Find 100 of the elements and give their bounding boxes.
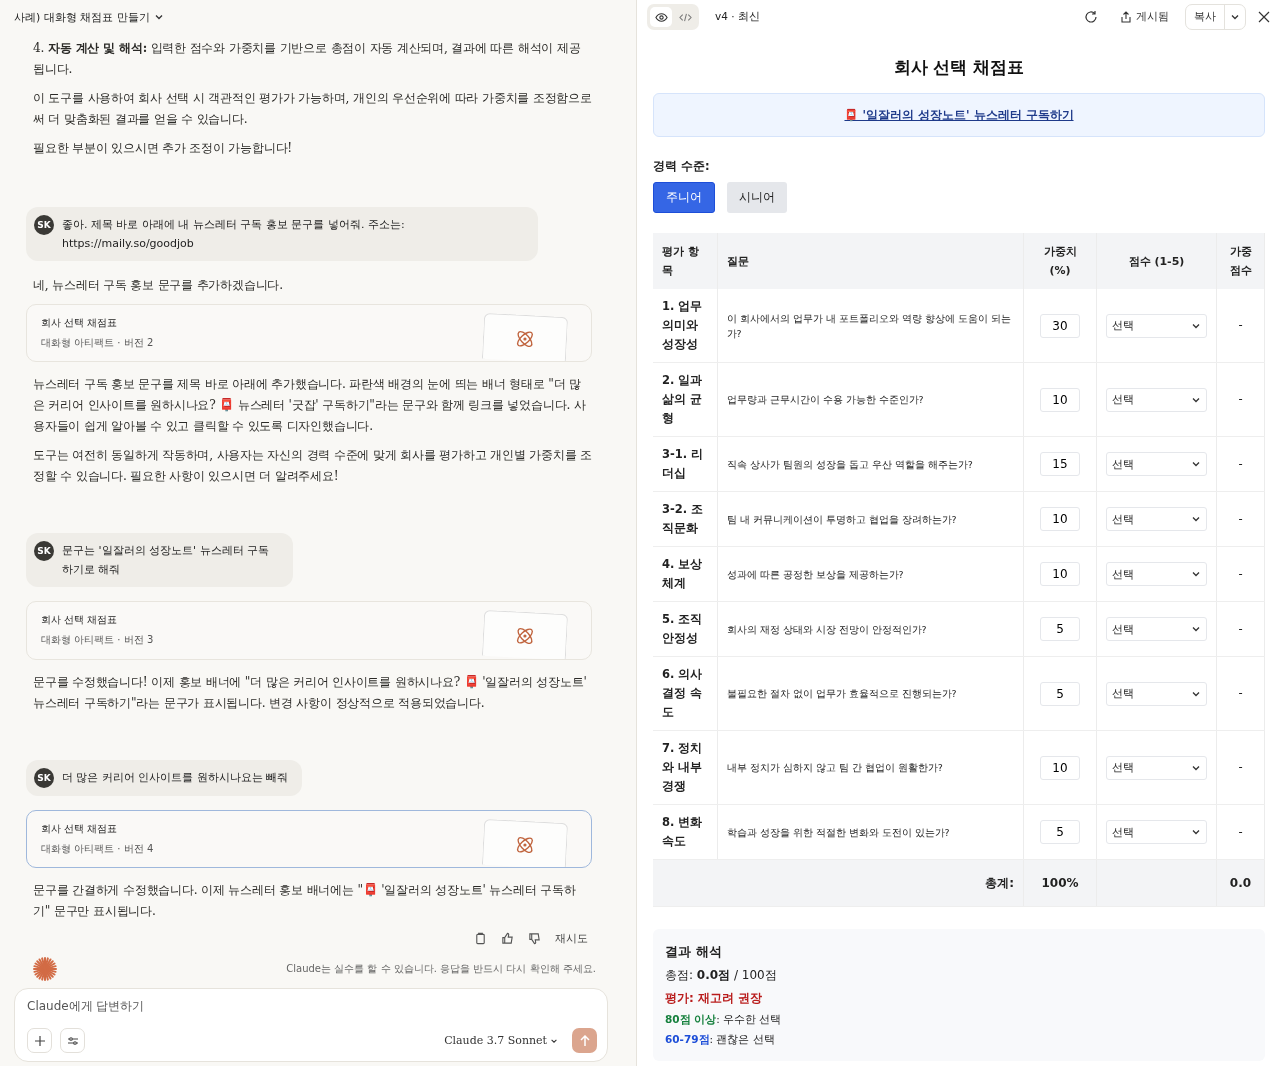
chevron-down-icon <box>1191 514 1201 524</box>
artifact-title: 회사 선택 채점표 <box>41 821 119 836</box>
refresh-icon[interactable] <box>1084 10 1098 24</box>
weighted-score-cell: - <box>1216 546 1265 602</box>
range-description: : 괜찮은 선택 <box>709 1033 775 1045</box>
assistant-paragraph: 도구는 여전히 동일하게 작동하며, 사용자는 자신의 경력 수준에 맞게 회사를 평가하고 개인별 가중치를 조정할 수 있습니다. 필요한 사항이 있으시면 더 알려주세요! <box>33 447 592 486</box>
weighted-score-cell: - <box>1216 436 1265 492</box>
weight-input[interactable]: 10 <box>1040 507 1080 531</box>
scorecard-title: 회사 선택 채점표 <box>892 56 1026 79</box>
criterion-cell: 3-1. 리더십 <box>653 436 717 492</box>
column-header: 평가 항목 <box>653 233 717 289</box>
weight-input[interactable]: 10 <box>1040 387 1080 412</box>
criterion-cell: 2. 일과 삶의 균형 <box>653 362 717 437</box>
artifact-title: 회사 선택 채점표 <box>41 613 119 628</box>
score-select[interactable]: 선택 <box>1106 387 1207 412</box>
weight-input[interactable]: 5 <box>1040 820 1080 844</box>
artifact-card[interactable]: 회사 선택 채점표 대화형 아티팩트 · 버전 3 <box>26 601 592 660</box>
range-description: : 우수한 선택 <box>716 1013 782 1025</box>
weight-input[interactable]: 5 <box>1040 681 1080 706</box>
add-button[interactable] <box>27 1028 52 1053</box>
weighted-score-cell: - <box>1216 601 1265 657</box>
score-select[interactable]: 선택 <box>1106 820 1207 844</box>
score-select[interactable]: 선택 <box>1106 617 1207 641</box>
score-select[interactable]: 선택 <box>1106 313 1207 338</box>
criterion-cell: 6. 의사 결정 속도 <box>653 656 717 731</box>
score-range: 60-79점 <box>665 1033 710 1045</box>
artifact-card[interactable]: 회사 선택 채점표 대화형 아티팩트 · 버전 2 <box>26 304 592 363</box>
criterion-cell: 5. 조직 안정성 <box>653 601 717 657</box>
column-header: 가중치 (%) <box>1023 233 1097 289</box>
level-button[interactable]: 주니어 <box>653 182 715 213</box>
publish-button[interactable]: 게시됨 <box>1120 10 1169 24</box>
retry-button[interactable]: 재시도 <box>555 932 588 946</box>
criterion-cell: 3-2. 조직문화 <box>653 491 717 547</box>
question-cell: 회사의 재정 상태와 시장 전망이 안정적인가? <box>717 601 1024 657</box>
artifact-subtitle: 대화형 아티팩트 · 버전 4 <box>41 841 154 856</box>
user-message-text: 더 많은 커리어 인사이트를 원하시나요는 빼줘 <box>62 769 289 786</box>
artifact-title: 회사 선택 채점표 <box>41 316 119 331</box>
criterion-cell: 8. 변화 속도 <box>653 804 717 860</box>
weighted-score-cell: - <box>1216 491 1265 547</box>
weighted-score-cell: - <box>1216 289 1265 363</box>
model-selector[interactable]: Claude 3.7 Sonnet <box>444 1034 564 1047</box>
share-icon <box>1120 11 1132 23</box>
reply-input-field[interactable]: Claude에게 답변하기 <box>27 999 597 1013</box>
user-avatar: SK <box>34 767 54 788</box>
level-button[interactable]: 시니어 <box>727 182 787 213</box>
question-cell: 이 회사에서의 업무가 내 포트폴리오와 역량 향상에 도움이 되는가? <box>717 289 1024 363</box>
settings-button[interactable] <box>60 1028 85 1053</box>
score-select[interactable]: 선택 <box>1106 562 1207 586</box>
thumbs-down-icon[interactable] <box>528 932 541 946</box>
score-select[interactable]: 선택 <box>1106 452 1207 476</box>
arrow-up-icon <box>578 1034 591 1047</box>
copy-icon[interactable] <box>474 932 487 946</box>
score-select[interactable]: 선택 <box>1106 755 1207 780</box>
criterion-cell: 1. 업무 의미와 성장성 <box>653 289 717 363</box>
score-select[interactable]: 선택 <box>1106 681 1207 706</box>
column-header: 점수 (1-5) <box>1096 233 1217 289</box>
sparkle-logo-icon <box>32 956 58 982</box>
user-avatar: SK <box>34 541 54 562</box>
assistant-paragraph: 필요한 부분이 있으시면 추가 조정이 가능합니다! <box>33 140 294 157</box>
column-header: 질문 <box>717 233 1024 289</box>
version-label: v4 · 최신 <box>715 10 760 24</box>
chat-title[interactable]: 사례) 대화형 채점표 만들기 <box>14 9 164 25</box>
score-select[interactable]: 선택 <box>1106 507 1207 531</box>
artifact-subtitle: 대화형 아티팩트 · 버전 3 <box>41 633 154 648</box>
weight-input[interactable]: 5 <box>1040 617 1080 641</box>
question-cell: 직속 상사가 팀원의 성장을 돕고 우산 역할을 해주는가? <box>717 436 1024 492</box>
question-cell: 학습과 성장을 위한 적절한 변화와 도전이 있는가? <box>717 804 1024 860</box>
artifact-card[interactable]: 회사 선택 채점표 대화형 아티팩트 · 버전 4 <box>26 809 592 868</box>
sliders-icon <box>66 1034 79 1047</box>
experience-label: 경력 수준: <box>653 159 711 174</box>
question-cell: 내부 정치가 심하지 않고 팀 간 협업이 원활한가? <box>717 730 1024 805</box>
column-header: 가중 점수 <box>1216 233 1265 289</box>
disclaimer-text: Claude는 실수를 할 수 있습니다. 응답을 반드시 다시 확인해 주세요. <box>286 962 596 976</box>
chevron-down-icon <box>1230 12 1240 22</box>
thumbs-up-icon[interactable] <box>501 932 514 946</box>
question-cell: 불필요한 절차 없이 업무가 효율적으로 진행되는가? <box>717 656 1024 731</box>
newsletter-link[interactable]: 📮 '일잘러의 성장노트' 뉴스레터 구독하기 <box>844 107 1074 123</box>
assistant-paragraph: 네, 뉴스레터 구독 홍보 문구를 추가하겠습니다. <box>33 277 284 294</box>
total-score-cell: 0.0 <box>1216 859 1265 907</box>
plus-icon <box>33 1034 46 1047</box>
preview-icon[interactable] <box>650 7 672 27</box>
criterion-cell: 7. 정치와 내부 경쟁 <box>653 730 717 805</box>
question-cell: 업무량과 근무시간이 수용 가능한 수준인가? <box>717 362 1024 437</box>
close-icon[interactable] <box>1258 11 1270 23</box>
user-message-text: 좋아. 제목 바로 아래에 내 뉴스레터 구독 홍보 문구를 넣어줘. 주소는: https://maily.so/goodjob <box>62 217 406 252</box>
total-score-text: 총점: 0.0점 / 100점 <box>665 967 778 984</box>
weighted-score-cell: - <box>1216 730 1265 805</box>
chevron-down-icon <box>1191 827 1201 837</box>
result-title: 결과 해석 <box>665 943 723 961</box>
user-avatar: SK <box>34 215 54 235</box>
weighted-score-cell: - <box>1216 656 1265 731</box>
question-cell: 팀 내 커뮤니케이션이 투명하고 협업을 장려하는가? <box>717 491 1024 547</box>
weight-input[interactable]: 15 <box>1040 452 1080 476</box>
chevron-down-icon <box>153 12 164 22</box>
weighted-score-cell: - <box>1216 362 1265 437</box>
weight-input[interactable]: 10 <box>1040 562 1080 586</box>
verdict-text: 평가: 재고려 권장 <box>665 990 764 1007</box>
assistant-paragraph: 4. 자동 계산 및 해석: 입력한 점수와 가중치를 기반으로 총점이 자동 계산되며, 결과에 따른 해석이 제공됩니다. <box>33 40 582 78</box>
weight-input[interactable]: 10 <box>1040 755 1080 780</box>
weight-input[interactable]: 30 <box>1040 313 1080 338</box>
